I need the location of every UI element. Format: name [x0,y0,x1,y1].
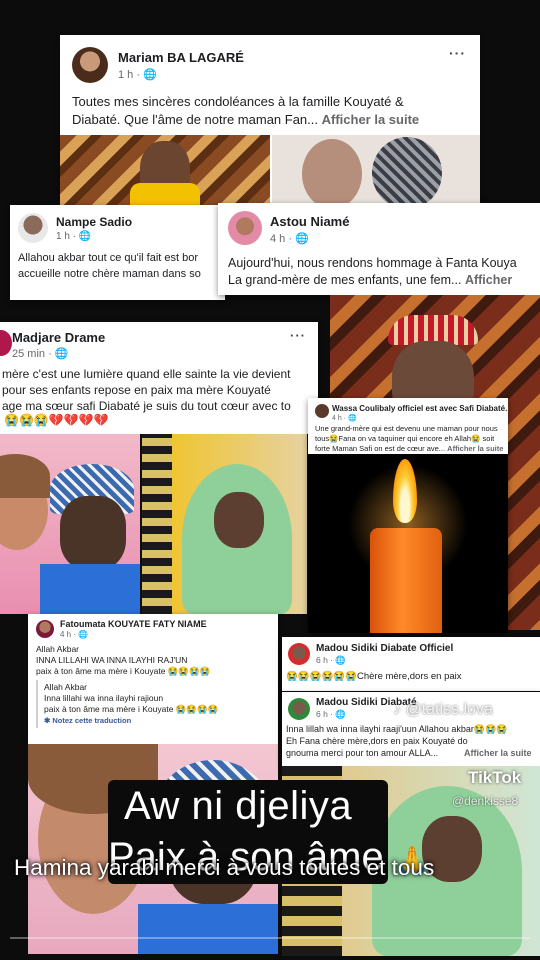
rate-translation-link[interactable]: ✱ Notez cette traduction [44,716,131,726]
translation-line: Allah Akbar [44,682,87,692]
candle-body [370,528,442,633]
post-photo-women[interactable] [272,135,480,205]
subtitle: Hamina yarabi merci à vous toutes et tou… [14,855,435,880]
see-more-link[interactable]: Afficher la suite [464,747,532,759]
time-label: 25 min · [12,348,52,360]
avatar[interactable] [72,47,108,83]
author-name[interactable]: Astou Niamé [270,214,349,229]
post-madou-officiel: Madou Sidiki Diabate Officiel 6 h · 🌐 😭😭… [282,637,540,691]
post-text: La grand-mère de mes enfants, une fem... [228,273,462,287]
see-more-link[interactable]: Afficher la suite [322,112,420,127]
post-text-line: Inna lillah wa inna ilayhi raaji'uun All… [286,724,508,734]
translation-line: paix à ton âme ma mère i Kouyate 😭😭😭😭 [44,704,219,714]
music-note-icon: ♪ [393,701,401,718]
time-label: 6 h · [316,709,334,719]
candle-photo[interactable] [308,454,508,633]
post-text-line: Allah Akbar [36,644,79,654]
post-fatoumata: Fatoumata KOUYATE FATY NIAME 4 h · 🌐 All… [28,614,278,744]
avatar[interactable] [228,211,262,245]
time-label: 1 h · [56,231,77,242]
post-text-line: INNA LILLAHI WA INNA ILAYHI RAJ'UN [36,655,188,665]
post-time: 4 h · 🌐 [332,414,357,422]
translation-block: Allah Akbar Inna lillahi wa inna ilayhi … [36,680,274,728]
post-mariam: Mariam BA LAGARÉ 1 h · 🌐 ··· Toutes mes … [60,35,480,205]
post-text-line: age ma sœur safi Diabaté je suis du tout… [2,399,291,413]
post-time: 6 h · 🌐 [316,655,346,666]
globe-icon: 🌐 [78,231,92,242]
post-text: Diabaté. Que l'âme de notre maman Fan... [72,112,318,127]
post-time: 1 h · 🌐 [118,68,157,81]
avatar[interactable] [18,213,48,243]
see-more-link[interactable]: Afficher la suite [447,444,503,453]
author-name[interactable]: Mariam BA LAGARÉ [118,50,244,65]
author-name[interactable]: Wassa Coulibaly officiel est avec Safi D… [332,404,507,413]
more-options-icon[interactable]: ··· [290,328,306,343]
post-text-line: La grand-mère de mes enfants, une fem...… [228,272,512,289]
watermark-user: @tatiss.lova [405,701,493,718]
post-time: 4 h · 🌐 [60,630,88,639]
post-time: 1 h · 🌐 [56,231,91,242]
post-text-line: 😭😭😭😭😭😭Chère mère,dors en paix [286,671,462,682]
translate-icon: ✱ [44,716,51,725]
post-text: gnouma merci pour ton amour ALLA... [286,748,439,758]
post-wassa: Wassa Coulibaly officiel est avec Safi D… [308,398,508,633]
rate-translation-label: Notez cette traduction [52,716,132,725]
emoji-row: 😭😭😭💔💔💔💔 [4,413,109,427]
post-photo-elder[interactable] [60,135,270,205]
avatar[interactable] [0,330,12,356]
time-label: 4 h · [270,233,293,245]
time-label: 4 h · [60,630,77,639]
post-text-line: gnouma merci pour ton amour ALLA... [286,747,438,759]
avatar[interactable] [288,643,310,665]
tiktok-logo-icon: TikTok [468,768,522,787]
author-name[interactable]: Fatoumata KOUYATE FATY NIAME [60,619,207,629]
author-name[interactable]: Madjare Drame [12,330,105,345]
tiktok-username: @denkisse8 [452,794,519,808]
post-text-line: Une grand-mère qui est devenu une maman … [315,424,498,433]
post-madjare: Madjare Drame 25 min · 🌐 ··· mère c'est … [0,322,318,434]
globe-icon: 🌐 [54,348,69,360]
post-text-line: forte Maman Safi on est de cœur ave... A… [315,444,503,454]
photo-selfie-pink[interactable] [0,434,140,614]
post-text-line: accueille notre chère maman dans so [18,268,201,280]
post-text-line: mère c'est une lumière quand elle sainte… [2,367,291,381]
author-name[interactable]: Nampe Sadio [56,215,132,229]
globe-icon: 🌐 [335,709,346,719]
avatar[interactable] [315,404,329,418]
post-text-line: paix à ton âme ma mère i Kouyate 😭😭😭😭 [36,666,211,676]
post-text-line: Allahou akbar tout ce qu'il fait est bor [18,252,199,264]
globe-icon: 🌐 [143,69,157,81]
post-text-line: pour ses enfants repose en paix ma mère … [2,383,271,397]
post-nampe: Nampe Sadio 1 h · 🌐 Allahou akbar tout c… [10,205,225,300]
tiktok-logo: TikTok [468,768,521,788]
post-astou: Astou Niamé 4 h · 🌐 Aujourd'hui, nous re… [218,203,540,295]
globe-icon: 🌐 [295,233,309,245]
globe-icon: 🌐 [78,630,89,639]
globe-icon: 🌐 [335,655,346,665]
progress-bar[interactable] [10,937,530,939]
globe-icon: 🌐 [347,415,357,422]
caption-line-1: Aw ni djeliya [124,784,353,828]
post-text-line: Toutes mes sincères condoléances à la fa… [72,94,404,109]
time-label: 1 h · [118,69,141,81]
time-label: 4 h · [332,415,347,422]
post-time: 25 min · 🌐 [12,347,69,360]
post-text-line: Aujourd'hui, nous rendons hommage à Fant… [228,256,517,270]
post-time: 6 h · 🌐 [316,709,346,720]
post-text-line: Eh Fana chère mère,dors en paix Kouyaté … [286,736,468,746]
avatar[interactable] [288,698,310,720]
author-name[interactable]: Madou Sidiki Diabate Officiel [316,643,453,654]
photo-elder-green[interactable] [142,434,307,614]
see-more-link[interactable]: Afficher [465,273,512,287]
post-time: 4 h · 🌐 [270,232,309,245]
translation-line: Inna lillahi wa inna ilayhi rajioun [44,693,164,703]
time-label: 6 h · [316,655,334,665]
tiktok-watermark: ♪ @tatiss.lova [393,701,493,719]
avatar[interactable] [36,620,54,638]
more-options-icon[interactable]: ··· [449,45,466,61]
post-text-line: tous😭Fana on va taquiner qui encore eh A… [315,434,495,443]
post-text-line: Diabaté. Que l'âme de notre maman Fan...… [72,111,419,129]
post-text: forte Maman Safi on est de cœur ave... [315,444,446,453]
